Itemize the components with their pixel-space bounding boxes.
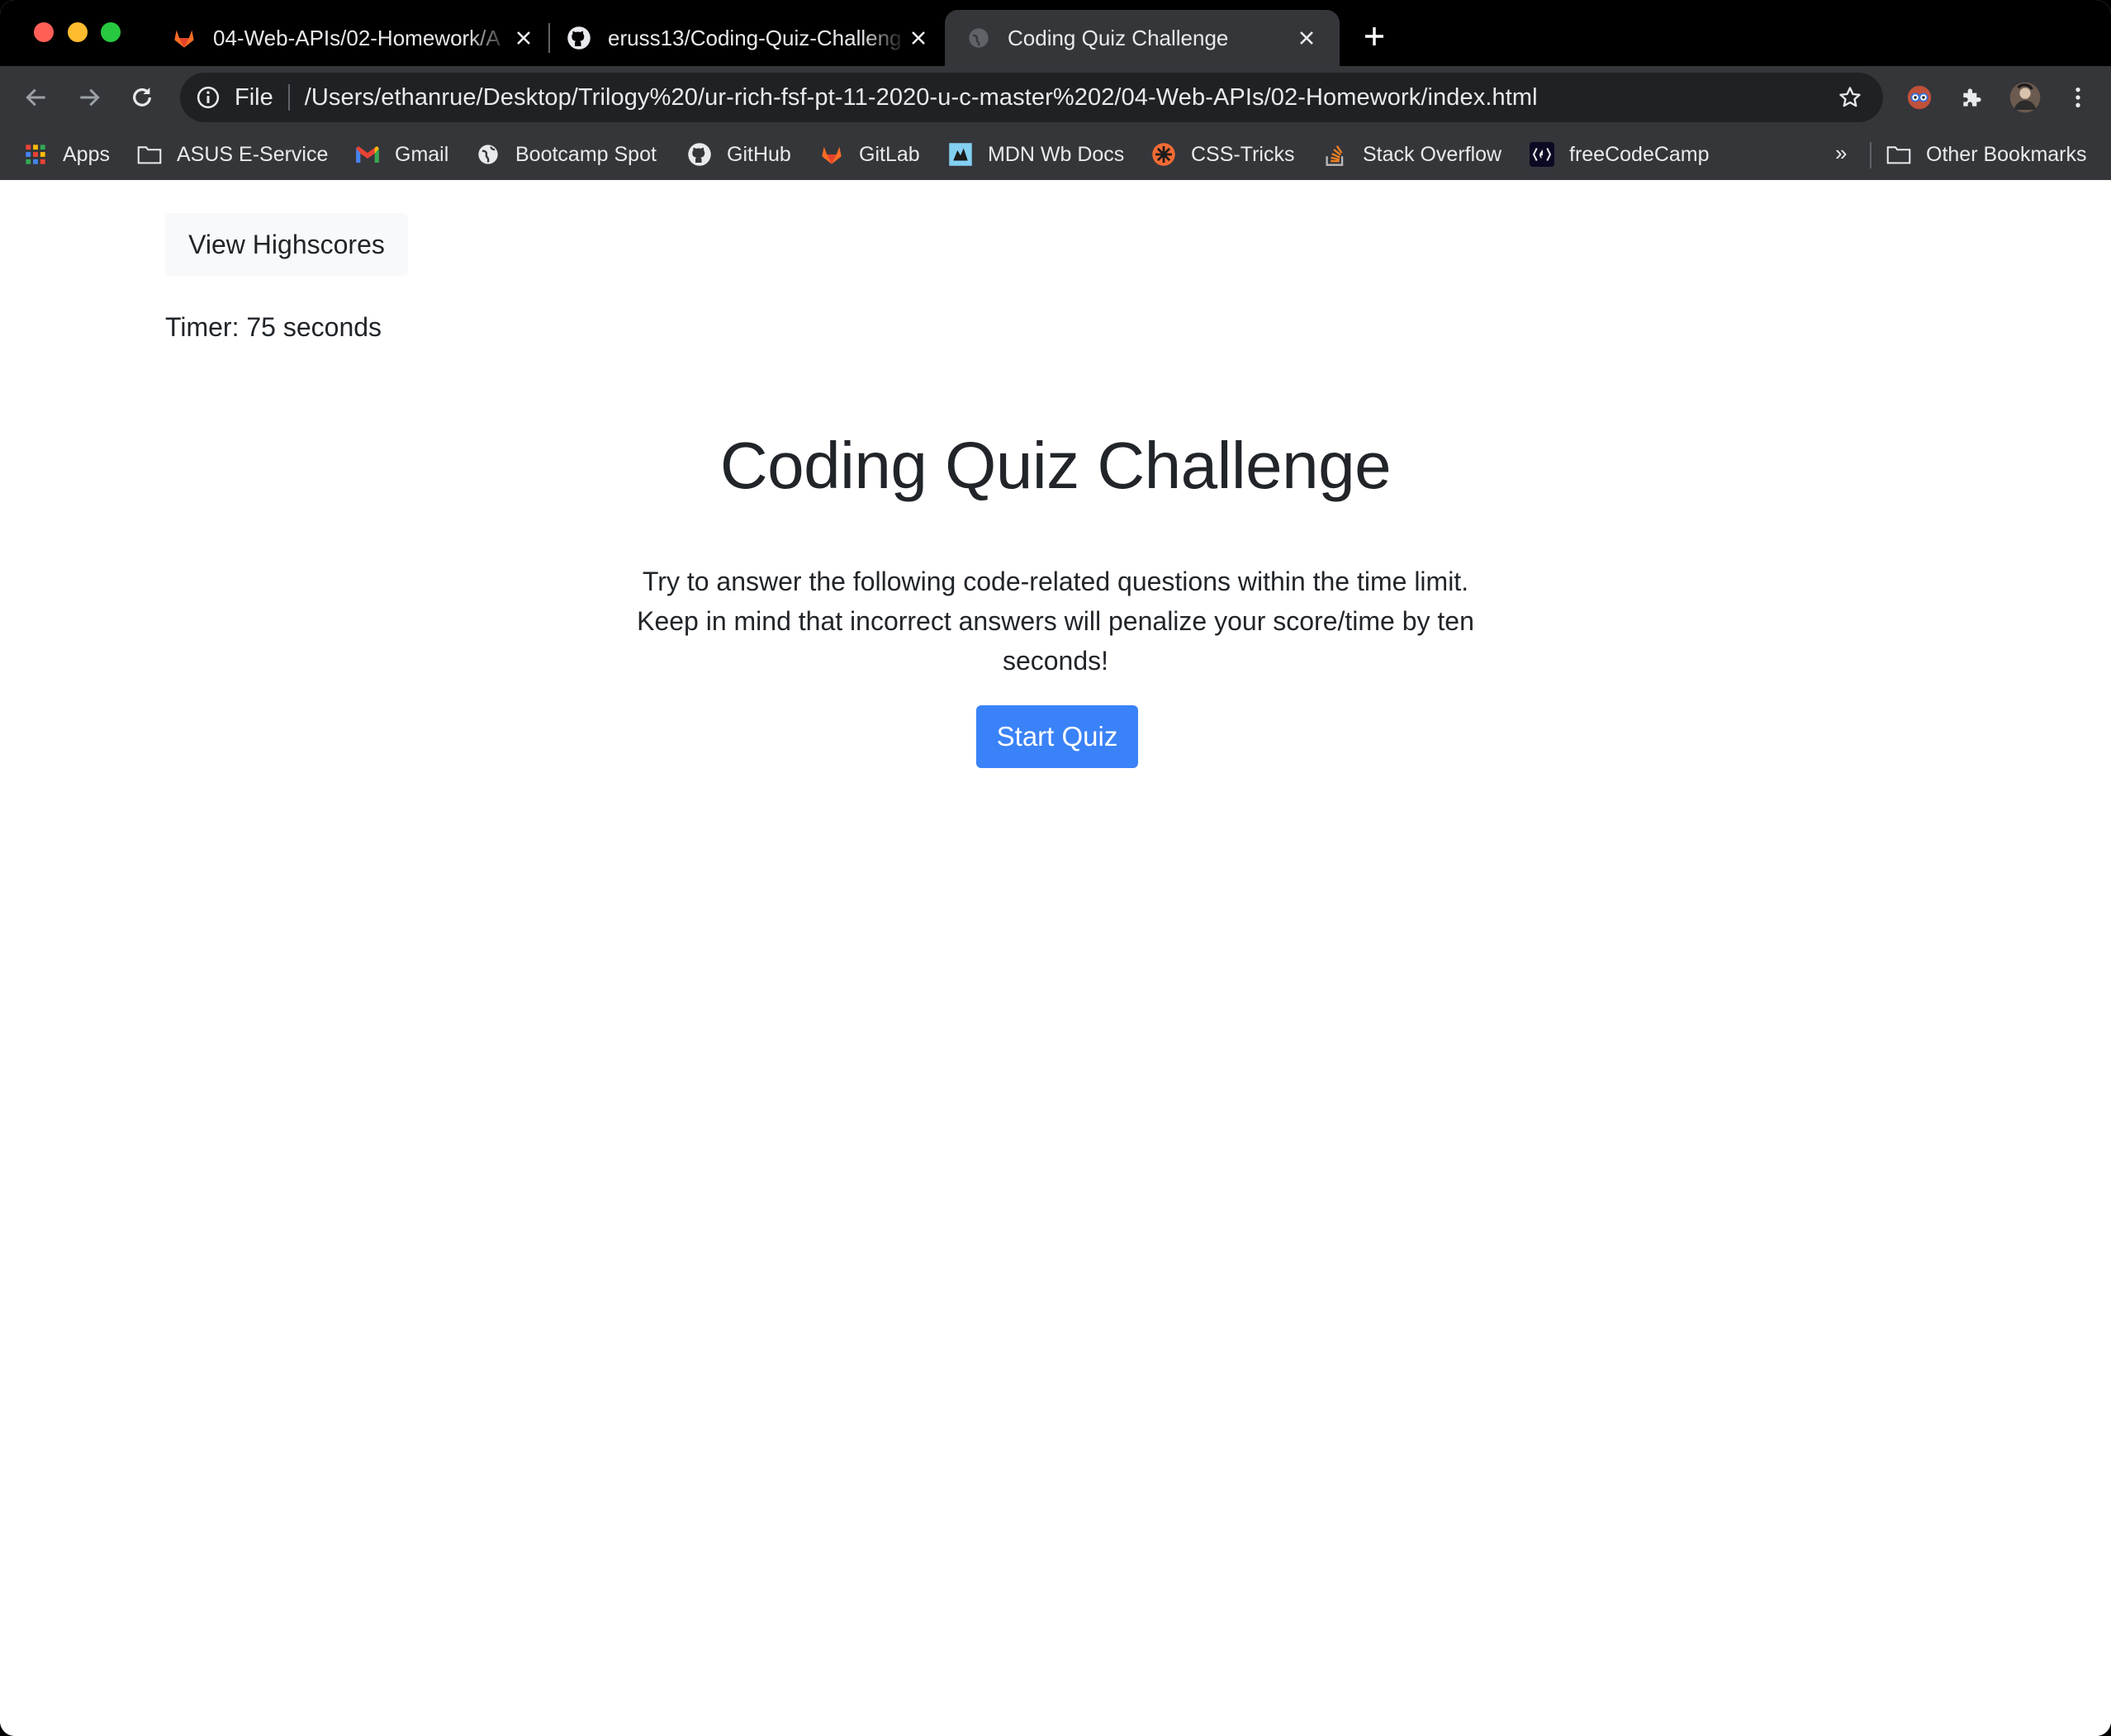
bookmark-label: MDN Wb Docs bbox=[988, 142, 1125, 166]
page-content: View Highscores Timer: 75 seconds Coding… bbox=[0, 180, 2111, 1736]
bookmark-label: CSS-Tricks bbox=[1191, 142, 1295, 166]
minimize-window-button[interactable] bbox=[68, 22, 88, 42]
tab-gitlab-homework[interactable]: 04-Web-APIs/02-Homework/A bbox=[172, 10, 535, 66]
bookmark-css-tricks[interactable]: CSS-Tricks bbox=[1151, 137, 1294, 172]
bookmark-label: Apps bbox=[63, 142, 110, 166]
avatar[interactable] bbox=[2009, 81, 2042, 114]
address-url[interactable]: /Users/ethanrue/Desktop/Trilogy%20/ur-ri… bbox=[305, 84, 1538, 111]
bookmarks-separator bbox=[1870, 142, 1871, 168]
folder-icon bbox=[137, 142, 162, 167]
info-icon[interactable] bbox=[195, 84, 221, 111]
bookmark-label: GitHub bbox=[727, 142, 791, 166]
plus-icon bbox=[1365, 27, 1383, 45]
reload-icon bbox=[133, 88, 151, 107]
bookmark-label: GitLab bbox=[859, 142, 920, 166]
bookmark-github[interactable]: GitHub bbox=[687, 137, 791, 172]
page-title: Coding Quiz Challenge bbox=[719, 429, 1392, 502]
gitlab-icon bbox=[819, 142, 844, 167]
browser-window: 04-Web-APIs/02-Homework/A eruss13/Coding… bbox=[0, 0, 2111, 1736]
new-tab-button[interactable] bbox=[1361, 23, 1388, 50]
tab-separator bbox=[548, 23, 550, 53]
tab-strip: 04-Web-APIs/02-Homework/A eruss13/Coding… bbox=[0, 0, 2111, 66]
bookmark-stack-overflow[interactable]: Stack Overflow bbox=[1323, 137, 1501, 172]
close-icon[interactable] bbox=[907, 26, 930, 50]
start-quiz-button[interactable]: Start Quiz bbox=[976, 705, 1138, 768]
close-icon[interactable] bbox=[512, 26, 535, 50]
tab-title: Coding Quiz Challenge bbox=[1008, 25, 1229, 50]
github-icon bbox=[567, 26, 591, 50]
stack-overflow-icon bbox=[1323, 142, 1348, 167]
back-button[interactable] bbox=[20, 81, 53, 114]
bookmark-bootcamp-spot[interactable]: Bootcamp Spot bbox=[476, 137, 657, 172]
bookmarks-overflow-button[interactable]: » bbox=[1835, 140, 1847, 166]
tab-coding-quiz-active[interactable]: Coding Quiz Challenge bbox=[945, 10, 1340, 66]
bookmark-mdn[interactable]: MDN Wb Docs bbox=[948, 137, 1124, 172]
address-scheme-label: File bbox=[235, 83, 273, 111]
view-highscores-button[interactable]: View Highscores bbox=[165, 213, 408, 276]
bookmark-gitlab[interactable]: GitLab bbox=[819, 137, 920, 172]
globe-icon bbox=[966, 26, 991, 50]
bookmark-asus-e-service[interactable]: ASUS E-Service bbox=[137, 137, 328, 172]
address-bar[interactable]: File /Users/ethanrue/Desktop/Trilogy%20/… bbox=[180, 73, 1883, 122]
mdn-icon bbox=[948, 142, 973, 167]
bookmark-apps[interactable]: Apps bbox=[23, 137, 110, 172]
css-tricks-icon bbox=[1151, 142, 1176, 167]
quiz-description: Try to answer the following code-related… bbox=[637, 567, 1474, 676]
bookmark-label: Stack Overflow bbox=[1363, 142, 1502, 166]
kebab-menu-icon[interactable] bbox=[2061, 81, 2094, 114]
globe-icon bbox=[476, 142, 500, 167]
close-window-button[interactable] bbox=[34, 22, 54, 42]
tab-github-repo[interactable]: eruss13/Coding-Quiz-Challeng bbox=[567, 10, 930, 66]
timer-text: Timer: 75 seconds bbox=[165, 312, 382, 342]
other-bookmarks[interactable]: Other Bookmarks bbox=[1886, 137, 2087, 172]
close-icon[interactable] bbox=[1295, 26, 1318, 50]
apps-grid-icon bbox=[23, 142, 48, 167]
puzzle-icon[interactable] bbox=[1956, 81, 1989, 114]
browser-toolbar: File /Users/ethanrue/Desktop/Trilogy%20/… bbox=[0, 66, 2111, 129]
bookmark-label: Bootcamp Spot bbox=[515, 142, 657, 166]
bookmarks-bar: Apps ASUS E-Service Gmail Bootcamp Spot … bbox=[0, 129, 2111, 180]
bookmark-gmail[interactable]: Gmail bbox=[355, 137, 448, 172]
bookmark-label: ASUS E-Service bbox=[177, 142, 329, 166]
other-bookmarks-label: Other Bookmarks bbox=[1926, 142, 2087, 166]
forward-button[interactable] bbox=[73, 81, 106, 114]
address-separator bbox=[287, 84, 290, 111]
star-icon[interactable] bbox=[1837, 84, 1863, 111]
arrow-right-icon bbox=[80, 88, 100, 107]
gitlab-icon bbox=[172, 26, 197, 50]
github-icon bbox=[687, 142, 712, 167]
bookmark-label: Gmail bbox=[395, 142, 449, 166]
tab-title: 04-Web-APIs/02-Homework/A bbox=[213, 25, 500, 50]
reload-button[interactable] bbox=[126, 81, 159, 114]
folder-icon bbox=[1886, 142, 1911, 167]
arrow-left-icon bbox=[26, 88, 45, 107]
gmail-icon bbox=[355, 142, 380, 167]
bookmark-label: freeCodeCamp bbox=[1569, 142, 1710, 166]
bookmark-freecodecamp[interactable]: freeCodeCamp bbox=[1530, 137, 1710, 172]
freecodecamp-icon bbox=[1530, 142, 1554, 167]
tab-title: eruss13/Coding-Quiz-Challeng bbox=[608, 25, 902, 50]
maximize-window-button[interactable] bbox=[101, 22, 121, 42]
extension-eyes-icon[interactable] bbox=[1903, 81, 1936, 114]
